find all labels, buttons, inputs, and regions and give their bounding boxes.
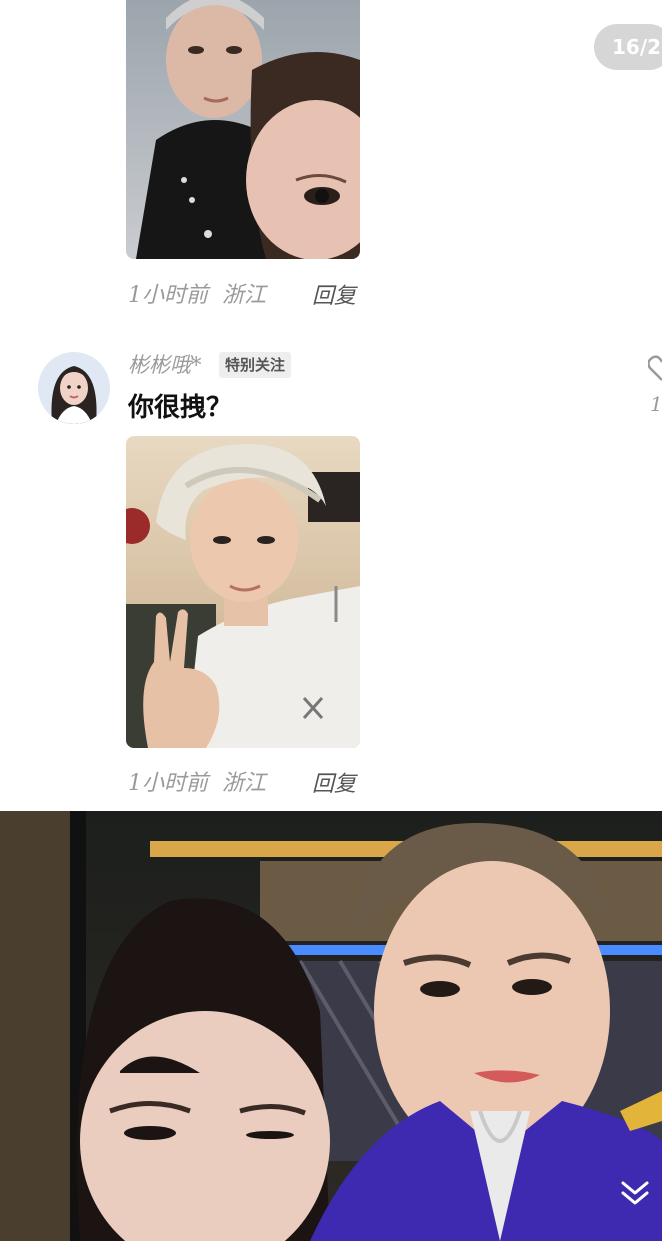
top-comment-meta: 1小时前 浙江 — [128, 278, 266, 308]
double-chevron-down-icon[interactable] — [620, 1177, 650, 1213]
avatar[interactable] — [38, 352, 110, 424]
second-comment-time: 1小时前 — [128, 771, 208, 796]
top-comment-location: 浙江 — [222, 283, 267, 308]
special-follow-badge: 特别关注 — [219, 352, 292, 378]
feed-photo[interactable] — [0, 811, 662, 1241]
top-comment-reply-button[interactable]: 回复 — [312, 278, 356, 310]
comment-image[interactable] — [126, 436, 360, 748]
comment-username[interactable]: 彬彬哦* — [128, 350, 202, 380]
heart-outline-icon[interactable] — [647, 354, 662, 388]
page-indicator: 16/23 — [594, 24, 662, 70]
comment-text: 你很拽？ — [128, 393, 233, 423]
second-comment-meta: 1小时前 浙江 — [128, 766, 266, 796]
like-count: 1 — [650, 392, 662, 416]
second-comment-location: 浙江 — [222, 771, 267, 796]
top-comment-time: 1小时前 — [128, 283, 208, 308]
second-comment-reply-button[interactable]: 回复 — [312, 766, 356, 798]
comment-image-top[interactable] — [126, 0, 360, 259]
